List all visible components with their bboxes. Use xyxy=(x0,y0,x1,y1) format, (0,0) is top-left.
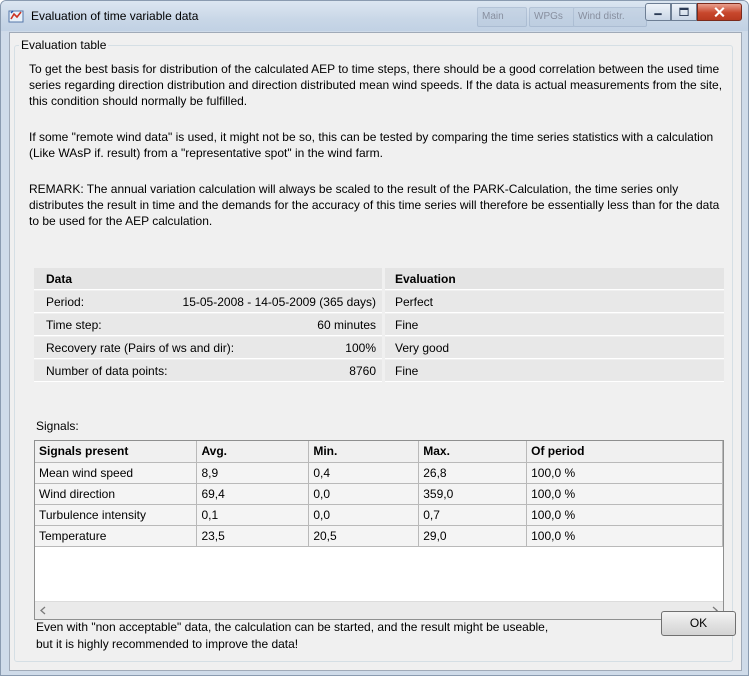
table-row: Number of data points: 8760 Fine xyxy=(34,360,724,382)
header-cell-data: Data xyxy=(34,268,382,290)
groupbox-title: Evaluation table xyxy=(19,38,109,52)
header-evaluation-label: Evaluation xyxy=(395,272,456,286)
window-title: Evaluation of time variable data xyxy=(31,9,199,23)
grid-cell[interactable]: Mean wind speed xyxy=(35,462,198,484)
horizontal-scrollbar[interactable] xyxy=(35,601,723,619)
evaluation-cell: Fine xyxy=(385,360,724,382)
column-header[interactable]: Of period xyxy=(526,441,723,463)
grid-cell[interactable]: 0,1 xyxy=(196,504,310,526)
column-header[interactable]: Avg. xyxy=(196,441,310,463)
signals-grid[interactable]: Signals present Avg. Min. Max. Of period… xyxy=(34,440,724,620)
grid-cell[interactable]: 23,5 xyxy=(196,525,310,547)
table-row: Recovery rate (Pairs of ws and dir): 100… xyxy=(34,337,724,359)
evaluation-cell: Fine xyxy=(385,314,724,336)
signals-label: Signals: xyxy=(36,419,79,433)
dialog-window: Evaluation of time variable data Main WP… xyxy=(0,0,749,676)
grid-cell[interactable]: 0,4 xyxy=(308,462,420,484)
close-icon xyxy=(714,7,725,18)
background-tab: WPGs xyxy=(529,7,575,27)
background-tab: Wind distr. xyxy=(573,7,647,27)
background-taskbar-tabs: Main WPGs Wind distr. xyxy=(457,5,647,27)
grid-cell[interactable]: 26,8 xyxy=(418,462,528,484)
signals-table: Signals present Avg. Min. Max. Of period… xyxy=(35,441,723,547)
table-row: Period: 15-05-2008 - 14-05-2009 (365 day… xyxy=(34,291,724,313)
grid-cell[interactable]: 0,0 xyxy=(308,504,420,526)
remote-data-paragraph: If some "remote wind data" is used, it m… xyxy=(29,130,714,160)
footer-line-1: Even with "non acceptable" data, the cal… xyxy=(36,620,549,634)
minimize-button[interactable] xyxy=(645,3,671,21)
grid-cell[interactable]: Wind direction xyxy=(35,483,198,505)
row-evaluation: Fine xyxy=(395,318,419,332)
row-evaluation: Fine xyxy=(395,364,419,378)
grid-cell[interactable]: 100,0 % xyxy=(526,504,723,526)
grid-cell[interactable]: 20,5 xyxy=(308,525,420,547)
grid-cell[interactable]: Temperature xyxy=(35,525,198,547)
header-cell-evaluation: Evaluation xyxy=(385,268,724,290)
column-header[interactable]: Min. xyxy=(308,441,420,463)
remark-paragraph: REMARK: The annual variation calculation… xyxy=(29,182,720,228)
data-cell: Number of data points: 8760 xyxy=(34,360,382,382)
header-data-label: Data xyxy=(46,272,73,286)
grid-cell[interactable]: 0,0 xyxy=(308,483,420,505)
chevron-left-icon xyxy=(40,606,46,615)
grid-cell[interactable]: 100,0 % xyxy=(526,525,723,547)
grid-header-row: Signals present Avg. Min. Max. Of period xyxy=(35,441,723,463)
row-value: 15-05-2008 - 14-05-2009 (365 days) xyxy=(182,295,376,309)
evaluation-cell: Perfect xyxy=(385,291,724,313)
grid-cell[interactable]: 0,7 xyxy=(418,504,528,526)
row-evaluation: Very good xyxy=(395,341,450,355)
grid-cell[interactable]: 100,0 % xyxy=(526,462,723,484)
maximize-button[interactable] xyxy=(671,3,697,21)
data-cell: Period: 15-05-2008 - 14-05-2009 (365 day… xyxy=(34,291,382,313)
column-header[interactable]: Max. xyxy=(418,441,528,463)
table-row[interactable]: Temperature 23,5 20,5 29,0 100,0 % xyxy=(35,525,723,547)
scroll-left-button[interactable] xyxy=(35,602,52,619)
table-row[interactable]: Turbulence intensity 0,1 0,0 0,7 100,0 % xyxy=(35,504,723,526)
grid-cell[interactable]: 359,0 xyxy=(418,483,528,505)
row-value: 60 minutes xyxy=(317,318,376,332)
minimize-icon xyxy=(654,13,662,16)
row-label: Number of data points: xyxy=(46,364,168,378)
evaluation-cell: Very good xyxy=(385,337,724,359)
grid-cell[interactable]: 8,9 xyxy=(196,462,310,484)
app-icon xyxy=(8,10,24,23)
table-row[interactable]: Mean wind speed 8,9 0,4 26,8 100,0 % xyxy=(35,462,723,484)
row-label: Recovery rate (Pairs of ws and dir): xyxy=(46,341,235,355)
grid-cell[interactable]: 29,0 xyxy=(418,525,528,547)
table-row: Time step: 60 minutes Fine xyxy=(34,314,724,336)
close-button[interactable] xyxy=(697,3,742,21)
table-header-row: Data Evaluation xyxy=(34,268,724,290)
column-header[interactable]: Signals present xyxy=(35,441,198,463)
row-evaluation: Perfect xyxy=(395,295,434,309)
data-cell: Time step: 60 minutes xyxy=(34,314,382,336)
grid-cell[interactable]: Turbulence intensity xyxy=(35,504,198,526)
background-tab: Main xyxy=(477,7,527,27)
row-value: 8760 xyxy=(349,364,376,378)
data-cell: Recovery rate (Pairs of ws and dir): 100… xyxy=(34,337,382,359)
footer-note: Even with "non acceptable" data, the cal… xyxy=(36,619,548,653)
row-value: 100% xyxy=(345,341,376,355)
maximize-icon xyxy=(679,7,689,16)
intro-paragraph: To get the best basis for distribution o… xyxy=(29,62,723,108)
grid-cell[interactable]: 69,4 xyxy=(196,483,310,505)
footer-line-2: but it is highly recommended to improve … xyxy=(36,637,299,651)
row-label: Time step: xyxy=(46,318,102,332)
table-row[interactable]: Wind direction 69,4 0,0 359,0 100,0 % xyxy=(35,483,723,505)
title-bar[interactable]: Evaluation of time variable data Main WP… xyxy=(1,1,748,31)
dialog-body: Evaluation table To get the best basis f… xyxy=(9,32,742,671)
grid-cell[interactable]: 100,0 % xyxy=(526,483,723,505)
ok-button[interactable]: OK xyxy=(661,611,736,636)
row-label: Period: xyxy=(46,295,85,309)
